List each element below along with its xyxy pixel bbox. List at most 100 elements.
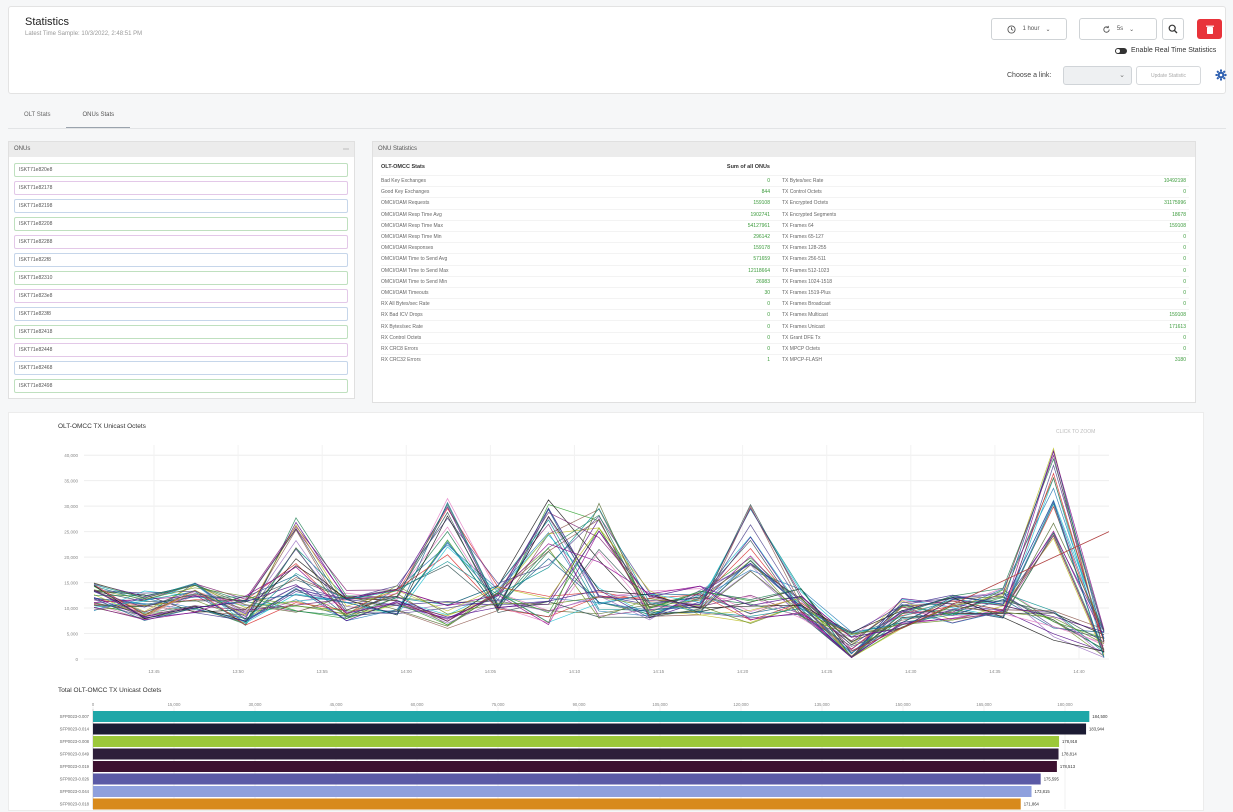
gear-icon[interactable] [1215,69,1227,81]
series-line[interactable] [93,527,1105,657]
bar-category-label: SFP0023-0.044 [60,789,90,794]
x-tick-label: 165,000 [976,702,992,707]
stat-value: 54127961 [747,222,770,229]
series-line[interactable] [93,500,1105,658]
stat-name: OMCI/OAM Timeouts [381,289,429,296]
bar[interactable] [93,798,1021,810]
stat-value: 159178 [753,245,770,252]
onu-list-item[interactable]: ISKT71e82468 [14,361,348,375]
bar[interactable] [93,723,1087,735]
x-tick-label: 14:00 [401,669,413,674]
onu-statistics-panel: ONU Statistics OLT-OMCC Stats Sum of all… [372,141,1196,403]
bar-value-label: 184,500 [1092,714,1108,719]
chevron-down-icon: ⌄ [1129,26,1135,33]
refresh-interval-select[interactable]: 5s ⌄ [1079,18,1157,40]
chevron-down-icon: ⌄ [1045,26,1051,33]
onu-list-item[interactable]: ISKT71e82448 [14,343,348,357]
stat-value: 30 [764,289,770,296]
stat-name: Good Key Exchanges [381,189,430,196]
series-line[interactable] [93,499,1105,654]
onus-panel-header: ONUs ⋯ [9,142,354,157]
series-line[interactable] [93,454,1105,652]
stats-row: RX Bytes/sec Rate 0 TX Frames Unicast 17161… [381,320,1189,331]
onu-statistics-header: ONU Statistics [373,142,1195,157]
stat-value: 31175996 [1164,200,1186,207]
stat-name: TX Frames 256-511 [782,256,827,263]
bar[interactable] [93,736,1060,747]
stat-value: 0 [1183,189,1186,196]
series-line[interactable] [93,447,1105,658]
onu-list-item[interactable]: ISKT71e82208 [14,217,348,231]
onu-list-item[interactable]: ISKT71e820e8 [14,163,348,177]
stat-value: 26983 [756,278,770,285]
x-tick-label: 14:25 [821,669,833,674]
stat-name: TX MPCP Octets [782,345,820,352]
stat-value: 0 [1183,289,1186,296]
onu-list-item[interactable]: ISKT71e82310 [14,271,348,285]
x-tick-label: 14:15 [653,669,665,674]
bar[interactable] [93,761,1057,772]
stats-row: RX Control Octets 0 TX Grant DFE Tx 0 [381,331,1189,343]
stat-name: TX Frames 128-255 [782,245,827,252]
series-line[interactable] [93,515,1105,652]
stat-name: TX Frames 64 [782,222,814,229]
onu-list-item[interactable]: ISKT71e82178 [14,181,348,195]
series-line[interactable] [93,502,1105,658]
stat-value: 0 [1183,256,1186,263]
bar[interactable] [93,773,1041,785]
toggle-switch[interactable] [1115,47,1127,54]
stat-value: 0 [767,334,770,341]
bar-value-label: 183,944 [1089,727,1105,732]
y-tick-label: 10,000 [64,606,78,611]
onu-list-item[interactable]: ISKT71e82288 [14,235,348,249]
bar-value-label: 178,513 [1060,764,1076,769]
tab-onus-stats[interactable]: ONUs Stats [66,105,131,129]
stat-value: 1 [767,357,770,364]
delete-button[interactable] [1197,19,1222,39]
page-title: Statistics [25,16,70,28]
stat-name: TX Frames Broadcast [782,301,831,308]
series-line[interactable] [93,449,1105,658]
series-line[interactable] [93,516,1105,658]
clock-icon [1007,24,1017,34]
onu-list-item[interactable]: ISKT71e823f8 [14,307,348,321]
interval-value: 5s [1116,26,1124,32]
series-line[interactable] [93,457,1105,659]
real-time-toggle[interactable]: Enable Real Time Statistics [1115,47,1216,54]
bar[interactable] [93,711,1090,722]
x-tick-label: 13:50 [232,669,244,674]
stat-name: OMCI/OAM Time to Send Max [381,267,449,274]
bar[interactable] [93,786,1032,797]
x-tick-label: 60,000 [411,702,424,707]
onu-list-item[interactable]: ISKT71e822f8 [14,253,348,267]
onu-list-item[interactable]: ISKT71e82418 [14,325,348,339]
stat-value: 296142 [753,234,770,241]
stat-name: OMCI/OAM Resp Time Avg [381,211,442,218]
bar[interactable] [93,748,1059,760]
update-statistic-button[interactable]: Update Statistic [1136,66,1201,85]
stat-name: TX Frames 1519-Plus [782,289,831,296]
stat-name: OMCI/OAM Resp Time Min [381,234,442,241]
refresh-icon [1103,25,1110,33]
line-chart[interactable]: 40,000 35,000 30,000 25,000 20,000 15,000 10,0… [9,431,1205,689]
bar-chart[interactable]: 0 15,000 30,000 45,000 60,000 75,000 90,000 105… [9,697,1205,812]
series-line[interactable] [93,527,1105,659]
x-tick-label: 0 [92,702,95,707]
onus-panel-title: ONUs [14,146,31,152]
stat-name: TX Encrypted Segments [782,211,837,218]
onu-list-item[interactable]: ISKT71e823e8 [14,289,348,303]
onu-list-item[interactable]: ISKT71e82198 [14,199,348,213]
stat-value: 12118664 [748,267,770,274]
series-line[interactable] [93,476,1105,659]
series-line[interactable] [93,501,1105,654]
time-range-select[interactable]: 1 hour ⌄ [991,18,1067,40]
zoom-button[interactable] [1162,18,1184,40]
onu-list: ISKT71e820e8 ISKT71e82178 ISKT71e82198 ISKT… [9,157,354,393]
series-line[interactable] [93,527,1105,656]
more-options-icon[interactable]: ⋯ [343,146,349,153]
tab-olt-stats[interactable]: OLT Stats [8,105,66,129]
series-line[interactable] [93,449,1105,658]
link-select[interactable]: ⌄ [1063,66,1132,85]
onu-list-item[interactable]: ISKT71e82498 [14,379,348,393]
stat-name: TX Frames Unicast [782,323,825,330]
